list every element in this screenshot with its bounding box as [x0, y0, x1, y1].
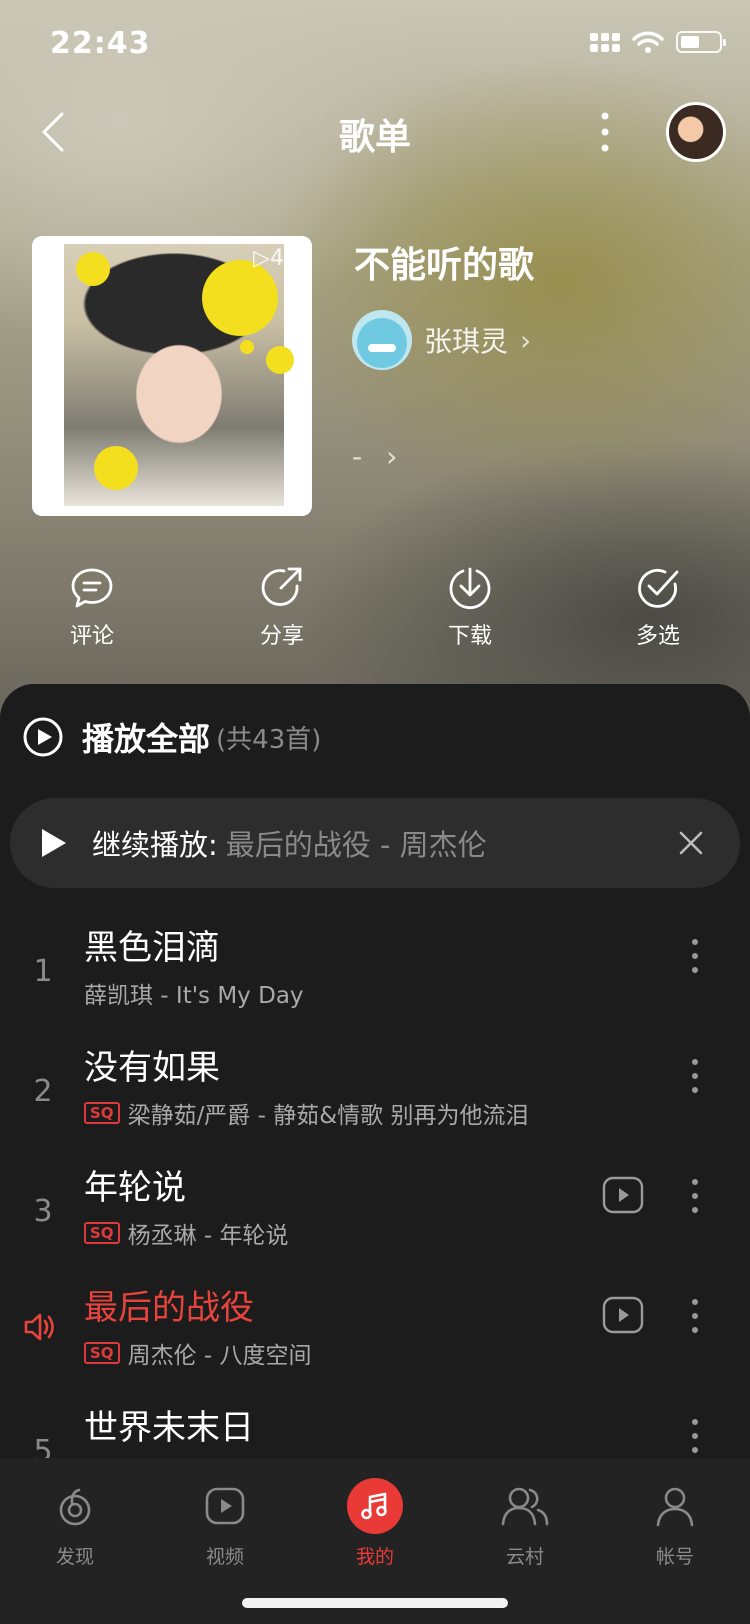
play-count-icon: ▷: [253, 246, 270, 271]
song-artist-album: 梁静茹/严爵 - 静茹&情歌 别再为他流泪: [127, 1103, 529, 1129]
tab-label: 云村: [505, 1546, 544, 1568]
play-circle-icon: [23, 717, 63, 757]
discover-icon: [47, 1478, 103, 1534]
status-icons: [590, 30, 726, 54]
comment-icon: [71, 568, 113, 608]
song-title: 年轮说: [84, 1168, 186, 1208]
cover-decoration-dot: [266, 346, 294, 374]
tab-discover[interactable]: 发现: [20, 1478, 130, 1569]
multi-select-icon: [638, 569, 679, 608]
sq-badge: SQ: [84, 1342, 120, 1364]
speaker-icon: [24, 1313, 54, 1341]
playlist-title: 不能听的歌: [354, 245, 535, 286]
song-count: (共43首): [216, 724, 322, 755]
tab-label: 发现: [55, 1546, 94, 1568]
resume-label: 继续播放:: [92, 828, 218, 862]
song-title: 黑色泪滴: [84, 928, 220, 968]
user-avatar[interactable]: [666, 102, 726, 162]
song-index: 1: [33, 954, 53, 989]
tab-my-music[interactable]: 我的: [320, 1478, 430, 1569]
account-icon: [647, 1478, 703, 1534]
tab-community[interactable]: 云村: [470, 1478, 580, 1569]
comment-label: 评论: [69, 624, 114, 649]
battery-icon: [676, 31, 726, 53]
more-vertical-icon[interactable]: [688, 936, 702, 976]
song-title: 最后的战役: [84, 1288, 254, 1328]
play-count: ▷46: [253, 246, 298, 271]
creator-name: 张琪灵: [424, 325, 509, 358]
song-subtitle: SQ 周杰伦 - 八度空间: [84, 1336, 311, 1370]
home-indicator[interactable]: [242, 1598, 508, 1608]
sq-badge: SQ: [84, 1102, 120, 1124]
status-time: 22:43: [50, 26, 151, 61]
download-icon: [449, 567, 491, 609]
community-icon: [497, 1478, 553, 1534]
song-index: 2: [33, 1074, 53, 1109]
close-icon[interactable]: [672, 824, 710, 862]
song-artist-album: 周杰伦 - 八度空间: [127, 1343, 312, 1369]
multi-select-label: 多选: [635, 624, 680, 649]
chevron-right-icon: ›: [386, 440, 398, 473]
play-icon: [42, 829, 66, 857]
page-title: 歌单: [338, 117, 411, 158]
more-vertical-icon[interactable]: [688, 1056, 702, 1096]
more-vertical-icon[interactable]: [590, 108, 620, 156]
playlist-actions: 评论 分享 下载 多选: [0, 566, 750, 656]
cover-decoration-dot: [94, 446, 138, 490]
share-icon: [261, 567, 302, 606]
chevron-right-icon: ›: [520, 323, 532, 357]
tab-video[interactable]: 视频: [170, 1478, 280, 1569]
cover-decoration-dot: [202, 260, 278, 336]
comment-button[interactable]: 评论: [32, 566, 152, 650]
more-vertical-icon[interactable]: [688, 1176, 702, 1216]
resume-playback-bar[interactable]: 继续播放: 最后的战役 - 周杰伦: [10, 798, 740, 888]
song-subtitle: SQ 杨丞琳 - 年轮说: [84, 1216, 288, 1250]
song-row[interactable]: 3 年轮说 SQ 杨丞琳 - 年轮说: [0, 1160, 750, 1280]
tab-label: 帐号: [655, 1546, 694, 1568]
tab-account[interactable]: 帐号: [620, 1478, 730, 1569]
cover-decoration-dot: [76, 252, 110, 286]
resume-track: 最后的战役 - 周杰伦: [225, 828, 487, 862]
creator-link[interactable]: 张琪灵 ›: [352, 310, 531, 370]
tab-label: 我的: [355, 1546, 394, 1568]
song-artist-album: 杨丞琳 - 年轮说: [127, 1223, 289, 1249]
description-text: -: [352, 440, 363, 473]
play-all-button[interactable]: 播放全部 (共43首): [22, 714, 321, 760]
song-row-playing[interactable]: 最后的战役 SQ 周杰伦 - 八度空间: [0, 1280, 750, 1400]
sq-badge: SQ: [84, 1222, 120, 1244]
music-note-icon: [347, 1478, 403, 1534]
more-vertical-icon[interactable]: [688, 1296, 702, 1336]
mv-play-icon[interactable]: [602, 1296, 644, 1334]
cellular-signal-icon: [590, 32, 620, 52]
song-index: 3: [33, 1194, 53, 1229]
song-title: 没有如果: [84, 1048, 220, 1088]
playlist-cover[interactable]: ▷46: [32, 236, 312, 516]
playlist-description[interactable]: - ›: [352, 440, 397, 473]
play-all-label: 播放全部: [82, 720, 211, 758]
mv-play-icon[interactable]: [602, 1176, 644, 1214]
video-icon: [197, 1478, 253, 1534]
song-artist-album: 薛凯琪 - It's My Day: [84, 983, 304, 1009]
song-title: 世界未末日: [84, 1408, 254, 1448]
more-vertical-icon[interactable]: [688, 1416, 702, 1456]
song-row[interactable]: 2 没有如果 SQ 梁静茹/严爵 - 静茹&情歌 别再为他流泪: [0, 1040, 750, 1160]
share-button[interactable]: 分享: [222, 566, 342, 650]
wifi-icon: [632, 31, 664, 53]
tab-label: 视频: [205, 1546, 244, 1568]
download-button[interactable]: 下载: [410, 566, 530, 650]
song-row[interactable]: 1 黑色泪滴 薛凯琪 - It's My Day: [0, 920, 750, 1040]
cover-decoration-dot: [240, 340, 254, 354]
song-subtitle: SQ 梁静茹/严爵 - 静茹&情歌 别再为他流泪: [84, 1096, 528, 1130]
creator-avatar: [352, 310, 412, 370]
song-subtitle: 薛凯琪 - It's My Day: [84, 976, 304, 1010]
download-label: 下载: [447, 624, 492, 649]
multi-select-button[interactable]: 多选: [598, 566, 718, 650]
share-label: 分享: [259, 624, 304, 649]
